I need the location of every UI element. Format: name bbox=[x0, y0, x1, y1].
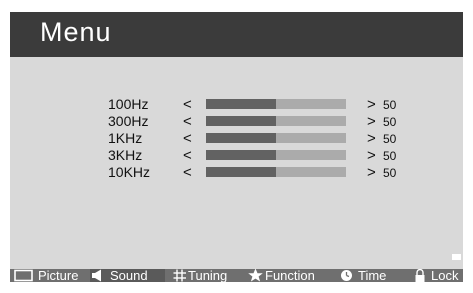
increase-button[interactable]: > bbox=[367, 113, 376, 130]
increase-button[interactable]: > bbox=[367, 147, 376, 164]
menu-screen: Menu 100Hz < > 50 300Hz < > 50 1KHz < > … bbox=[10, 12, 463, 282]
band-slider[interactable] bbox=[206, 116, 346, 126]
band-label: 10KHz bbox=[108, 164, 151, 180]
band-value: 50 bbox=[383, 98, 397, 112]
band-label: 1KHz bbox=[108, 130, 143, 146]
slider-fill bbox=[206, 116, 276, 126]
star-icon bbox=[248, 268, 263, 282]
band-value: 50 bbox=[383, 149, 397, 163]
tab-label: Function bbox=[265, 268, 315, 282]
eq-band-10khz: 10KHz < > 50 bbox=[10, 164, 463, 181]
increase-button[interactable]: > bbox=[367, 130, 376, 147]
tab-label: Tuning bbox=[188, 268, 228, 282]
tab-time[interactable]: Time bbox=[340, 269, 386, 282]
speaker-icon bbox=[92, 269, 101, 282]
tab-tuning[interactable]: Tuning bbox=[173, 269, 227, 282]
eq-band-3khz: 3KHz < > 50 bbox=[10, 147, 463, 164]
band-slider[interactable] bbox=[206, 150, 346, 160]
band-slider[interactable] bbox=[206, 133, 346, 143]
tab-picture[interactable]: Picture bbox=[14, 269, 78, 282]
corner-marker bbox=[452, 254, 461, 260]
band-label: 100Hz bbox=[108, 96, 149, 112]
decrease-button[interactable]: < bbox=[183, 164, 192, 181]
eq-band-300hz: 300Hz < > 50 bbox=[10, 113, 463, 130]
tab-label: Sound bbox=[110, 268, 148, 282]
band-slider[interactable] bbox=[206, 167, 346, 177]
band-label: 300Hz bbox=[108, 113, 149, 129]
equalizer-panel: 100Hz < > 50 300Hz < > 50 1KHz < > 50 3K… bbox=[10, 12, 463, 240]
grid-icon bbox=[173, 269, 186, 282]
tab-sound[interactable]: Sound bbox=[90, 269, 165, 282]
band-value: 50 bbox=[383, 115, 397, 129]
band-slider[interactable] bbox=[206, 99, 346, 109]
band-value: 50 bbox=[383, 166, 397, 180]
tab-label: Time bbox=[358, 268, 387, 282]
slider-fill bbox=[206, 133, 276, 143]
eq-band-100hz: 100Hz < > 50 bbox=[10, 96, 463, 113]
picture-icon bbox=[14, 269, 33, 282]
decrease-button[interactable]: < bbox=[183, 147, 192, 164]
clock-icon bbox=[341, 270, 352, 281]
decrease-button[interactable]: < bbox=[183, 113, 192, 130]
tab-label: Lock bbox=[431, 268, 459, 282]
slider-fill bbox=[206, 150, 276, 160]
increase-button[interactable]: > bbox=[367, 96, 376, 113]
tab-label: Picture bbox=[38, 268, 79, 282]
slider-fill bbox=[206, 167, 276, 177]
lock-icon bbox=[415, 269, 425, 282]
band-value: 50 bbox=[383, 132, 397, 146]
increase-button[interactable]: > bbox=[367, 164, 376, 181]
band-label: 3KHz bbox=[108, 147, 143, 163]
decrease-button[interactable]: < bbox=[183, 96, 192, 113]
menu-tab-bar: Picture Sound Tuning Function Time Lock bbox=[10, 268, 463, 282]
tab-lock[interactable]: Lock bbox=[413, 269, 458, 282]
slider-fill bbox=[206, 99, 276, 109]
tab-function[interactable]: Function bbox=[247, 268, 315, 282]
decrease-button[interactable]: < bbox=[183, 130, 192, 147]
eq-band-1khz: 1KHz < > 50 bbox=[10, 130, 463, 147]
